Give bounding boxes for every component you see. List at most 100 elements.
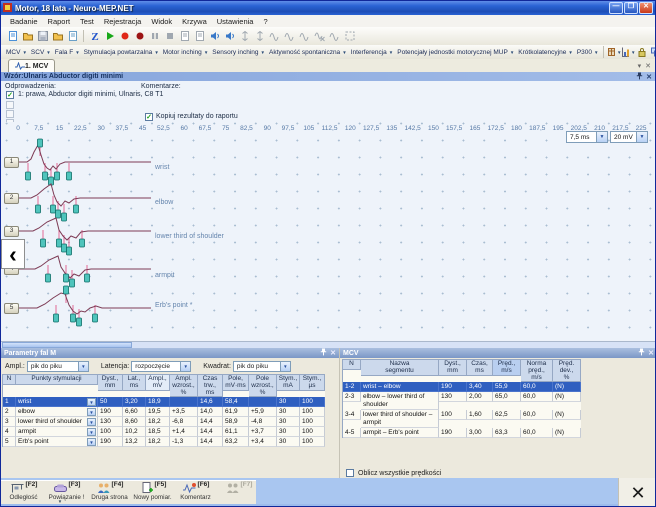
tab-scroll-icon[interactable]: ▾ [638, 62, 642, 70]
channel-button-2[interactable]: 2 [4, 193, 19, 204]
mcv-panel-titlebar[interactable]: MCV ✕ [340, 348, 656, 358]
column-header[interactable]: Punkty stymulacji [16, 375, 98, 385]
tab-close-icon[interactable]: ✕ [645, 62, 651, 70]
chevron-down-icon[interactable]: ▼ [87, 418, 96, 426]
lead-checkbox-2[interactable] [6, 101, 14, 109]
table-row[interactable]: 4-5armpit – Erb's point1903,0063,360,0(N… [343, 428, 581, 438]
column-header[interactable]: Czastrw.,ms [198, 375, 223, 397]
pin-icon[interactable] [638, 348, 645, 358]
column-header[interactable]: Pręd.,m/s [493, 360, 521, 376]
histogram-icon[interactable]: ▼ [621, 45, 635, 59]
lock-icon[interactable] [635, 45, 649, 59]
calc-all-checkbox[interactable] [346, 469, 354, 477]
latency-select[interactable]: rozpoczęcie▼ [131, 361, 191, 372]
test-p300-button[interactable]: P300▼ [575, 49, 601, 56]
chevron-down-icon[interactable]: ▼ [87, 428, 96, 436]
column-header[interactable]: Normapręd.,m/s [521, 360, 553, 382]
column-header[interactable]: Ampl.,mV [146, 375, 170, 391]
test-aktywno-spontaniczna-button[interactable]: Aktywność spontaniczna▼ [267, 49, 349, 56]
menu-test[interactable]: Test [75, 17, 99, 26]
copy-results-checkbox[interactable]: ✓ [145, 113, 153, 121]
minimize-button[interactable]: — [609, 2, 623, 14]
close-button[interactable]: ✕ [639, 2, 653, 14]
table-row[interactable]: 4▼armpit10010,218,5+1,414,461,1+3,730100 [3, 427, 325, 437]
table-row[interactable]: 3-4lower third of shoulder – armpit1001,… [343, 410, 581, 428]
test-motor-inching-button[interactable]: Motor inching▼ [161, 49, 211, 56]
screens-layout-icon[interactable] [649, 45, 656, 59]
fkey-button-f3[interactable]: ▼[F3]Powiązanie ! [45, 481, 88, 501]
square-select[interactable]: pik do piku▼ [233, 361, 291, 372]
column-header[interactable]: Stym.,mA [277, 375, 300, 391]
export-exam-icon[interactable] [50, 29, 65, 43]
column-header[interactable]: Lat.,ms [123, 375, 146, 391]
test-kr-tkolatencyjne-button[interactable]: Krótkolatencyjne▼ [516, 49, 575, 56]
bottom-close-button[interactable]: ✕ [618, 478, 656, 507]
menu-ustawienia[interactable]: Ustawienia [212, 17, 259, 26]
table-row[interactable]: 1-2wrist – elbow1903,4055,960,0(N) [343, 382, 581, 392]
test-scv-button[interactable]: SCV▼ [29, 49, 53, 56]
column-header[interactable]: Stym.,µs [300, 375, 325, 391]
pin-icon[interactable] [636, 72, 643, 82]
fkey-button-f5[interactable]: [F5]Nowy pomiar. [131, 481, 174, 501]
column-header[interactable]: Polewzrost.,% [249, 375, 277, 397]
menu-widok[interactable]: Widok [146, 17, 177, 26]
menu-raport[interactable]: Raport [43, 17, 76, 26]
collapse-panel-button[interactable]: ‹ [1, 239, 25, 269]
table-row[interactable]: 2-3elbow – lower third of shoulder1302,0… [343, 392, 581, 410]
table-row[interactable]: 1▼wrist503,2018,914,658,430100 [3, 397, 325, 407]
channel-button-3[interactable]: 3 [4, 226, 19, 237]
column-header[interactable]: Pole,mV·ms [223, 375, 249, 391]
mcv-table[interactable]: NNazwasegmentuDyst.,mmCzas,msPręd.,m/sNo… [342, 359, 581, 438]
lead-checkbox-3[interactable] [6, 110, 14, 118]
waveform-area[interactable]: 07,51522,53037,54552,56067,57582,59097,5… [1, 122, 656, 341]
ampl-select[interactable]: pik do piku▼ [27, 361, 89, 372]
column-header[interactable]: Ampl.wzrost.,% [170, 375, 198, 397]
test-sensory-inching-button[interactable]: Sensory inching▼ [210, 49, 267, 56]
column-header[interactable]: Dyst.,mm [439, 360, 467, 376]
waveform-hscrollbar[interactable] [1, 341, 656, 348]
tab-1-mcv[interactable]: 1. MCV [8, 59, 55, 72]
sound-stim-icon[interactable] [222, 29, 237, 43]
new-test-icon[interactable] [65, 29, 80, 43]
pattern-close-icon[interactable]: ✕ [646, 73, 652, 81]
menu-rejestracja[interactable]: Rejestracja [99, 17, 147, 26]
channel-button-1[interactable]: 1 [4, 157, 19, 168]
pin-icon[interactable] [320, 348, 327, 358]
channel-button-5[interactable]: 5 [4, 303, 19, 314]
fkey-button-f6[interactable]: [F6]Komentarz [174, 481, 217, 501]
column-header[interactable]: Dyst.,mm [98, 375, 123, 391]
column-header[interactable]: N [343, 360, 361, 370]
fkey-button-f4[interactable]: [F4]Druga strona [88, 481, 131, 501]
restore-button[interactable]: ❐ [624, 2, 638, 14]
fkey-button-f2[interactable]: [F2]Odległość [2, 481, 45, 501]
test-interferencja-button[interactable]: Interferencja▼ [349, 49, 396, 56]
new-exam-icon[interactable] [5, 29, 20, 43]
record-stop-icon[interactable] [132, 29, 147, 43]
mwave-close-icon[interactable]: ✕ [330, 349, 336, 357]
menu-badanie[interactable]: Badanie [5, 17, 43, 26]
column-header[interactable]: Pręd.dev.,% [553, 360, 581, 382]
test-potencja-y-jednostki-motorycznej-mup-button[interactable]: Potencjały jednostki motorycznej MUP▼ [395, 49, 516, 56]
column-header[interactable]: Nazwasegmentu [361, 360, 439, 376]
menu--[interactable]: ? [258, 17, 272, 26]
mwave-panel-titlebar[interactable]: Parametry fal M ✕ [1, 348, 339, 358]
chevron-down-icon[interactable]: ▼ [87, 438, 96, 446]
chevron-down-icon[interactable]: ▼ [87, 408, 96, 416]
lead-checkbox-1[interactable]: ✓ [6, 91, 14, 99]
column-header[interactable]: N [3, 375, 16, 385]
test-fala-f-button[interactable]: Fala F▼ [53, 49, 82, 56]
report-table-icon[interactable]: ▼ [607, 45, 621, 59]
test-mcv-button[interactable]: MCV▼ [4, 49, 29, 56]
open-exam-icon[interactable] [20, 29, 35, 43]
column-header[interactable]: Czas,ms [467, 360, 493, 376]
averaging-icon[interactable]: Z [87, 29, 102, 43]
menu-krzywa[interactable]: Krzywa [177, 17, 212, 26]
table-row[interactable]: 2▼elbow1906,6019,5+3,514,061,9+5,930100 [3, 407, 325, 417]
table-row[interactable]: 3▼lower third of shoulder1308,6018,2-6,8… [3, 417, 325, 427]
mcv-close-icon[interactable]: ✕ [648, 349, 654, 357]
table-row[interactable]: 5▼Erb's point19013,218,2-1,314,463,2+3,4… [3, 437, 325, 447]
sound-on-icon[interactable] [207, 29, 222, 43]
test-stymulacja-powtarzalna-button[interactable]: Stymulacja powtarzalna▼ [82, 49, 161, 56]
mwave-table[interactable]: NPunkty stymulacjiDyst.,mmLat.,msAmpl.,m… [2, 374, 325, 447]
start-icon[interactable] [102, 29, 117, 43]
